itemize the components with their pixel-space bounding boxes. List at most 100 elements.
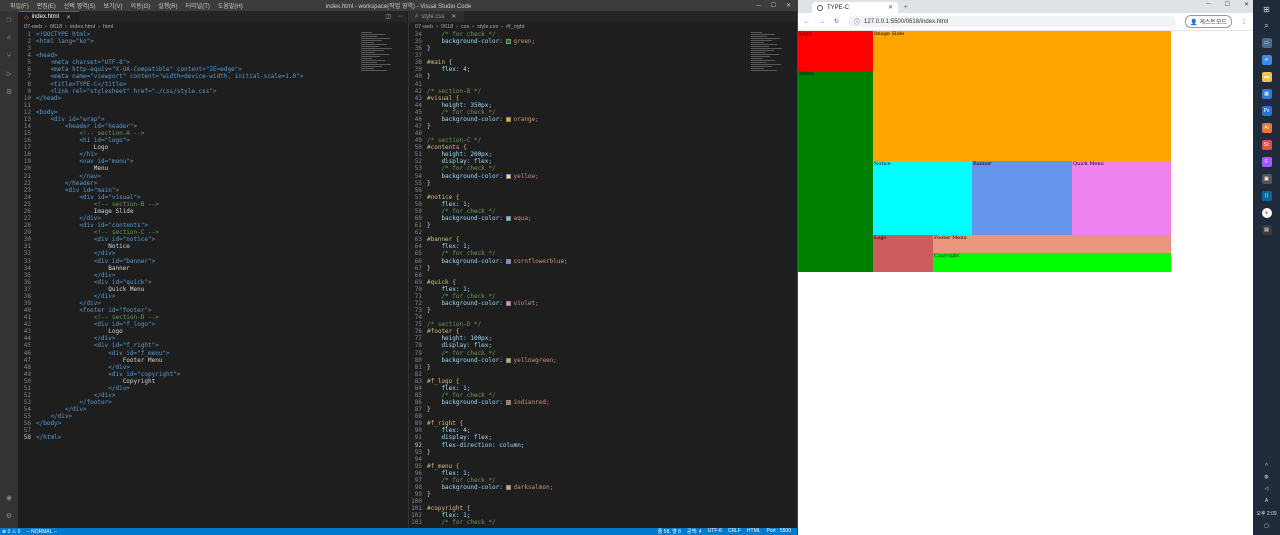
account-icon[interactable]: ◉	[7, 493, 12, 502]
code-line[interactable]: 54 background-color: yellow;	[409, 173, 797, 180]
code-line[interactable]: 100	[409, 498, 797, 505]
code-line[interactable]: 81}	[409, 364, 797, 371]
color-swatch-icon[interactable]	[506, 258, 512, 264]
guest-profile-button[interactable]: 👤 게스트모드	[1185, 15, 1232, 28]
maximize-icon[interactable]: ☐	[1225, 1, 1230, 8]
code-line[interactable]: 96 flex: 1;	[409, 470, 797, 477]
start-icon[interactable]: ⊞	[1262, 4, 1272, 14]
color-swatch-icon[interactable]	[506, 39, 512, 45]
code-line[interactable]: 74	[409, 314, 797, 321]
code-line[interactable]: 41	[409, 81, 797, 88]
code-line[interactable]: 53 /* for check */	[409, 165, 797, 172]
code-line[interactable]: 44 </div>	[18, 335, 407, 342]
minimize-icon[interactable]: ─	[756, 3, 760, 9]
code-line[interactable]: 65 /* for check */	[409, 250, 797, 257]
tab-index-html[interactable]: ◇ index.html ✕	[18, 11, 80, 22]
code-line[interactable]: 41 <!-- section-D -->	[18, 314, 407, 321]
code-line[interactable]: 86 background-color: indianred;	[409, 399, 797, 406]
menu-go[interactable]: 이동(G)	[127, 1, 155, 10]
code-line[interactable]: 82	[409, 371, 797, 378]
code-line[interactable]: 97 /* for check */	[409, 477, 797, 484]
url-input[interactable]: ⓘ 127.0.0.1:5500/0618/index.html	[848, 16, 1177, 27]
code-line[interactable]: 40 <footer id="footer">	[18, 307, 407, 314]
code-line[interactable]: 91 display: flex;	[409, 434, 797, 441]
code-line[interactable]: 85 /* for check */	[409, 392, 797, 399]
code-line[interactable]: 76 #footer {	[409, 328, 797, 335]
chevron-up-icon[interactable]: ˄	[1265, 462, 1268, 468]
code-line[interactable]: 16 <h1 id="logo">	[18, 137, 407, 144]
color-swatch-icon[interactable]	[506, 485, 512, 490]
line-ending[interactable]: CRLF	[728, 528, 741, 535]
code-line[interactable]: 55}	[409, 180, 797, 187]
ime-indicator-icon[interactable]: A	[1265, 498, 1268, 504]
code-line[interactable]: 51 </div>	[18, 385, 407, 392]
notification-icon[interactable]: ▢	[1264, 523, 1269, 529]
menu-view[interactable]: 보기(V)	[100, 1, 127, 10]
photoshop-icon[interactable]: Ps	[1261, 106, 1272, 116]
breadcrumb-item[interactable]: css	[461, 24, 469, 30]
code-line[interactable]: 27 </div>	[18, 215, 407, 222]
code-line[interactable]: 14 <header id="header">	[18, 123, 407, 130]
code-line[interactable]: 63 #banner {	[409, 236, 797, 243]
color-swatch-icon[interactable]	[506, 216, 512, 222]
code-line[interactable]: 52 </div>	[18, 392, 407, 399]
network-icon[interactable]: ◍	[1264, 474, 1268, 480]
breadcrumb-item[interactable]: index.html	[70, 24, 95, 30]
info-icon[interactable]: ⓘ	[854, 17, 860, 26]
code-line[interactable]: 1 <!DOCTYPE html>	[18, 31, 407, 38]
code-line[interactable]: 12 <body>	[18, 109, 407, 116]
language-mode[interactable]: HTML	[747, 528, 761, 535]
code-line[interactable]: 4 <head>	[18, 52, 407, 59]
code-line[interactable]: 34 Banner	[18, 265, 407, 272]
code-line[interactable]: 79 /* for check */	[409, 350, 797, 357]
code-line[interactable]: 93}	[409, 449, 797, 456]
code-line[interactable]: 89 #f_right {	[409, 420, 797, 427]
tab-style-css[interactable]: # style.css ✕	[409, 11, 465, 22]
app-icon[interactable]: ▤	[1261, 225, 1272, 235]
code-line[interactable]: 46 background-color: orange;	[409, 116, 797, 123]
cursor-position[interactable]: 줄 58, 열 8	[658, 528, 681, 535]
clock[interactable]: 오후 2:09	[1256, 510, 1276, 517]
code-line[interactable]: 56	[409, 187, 797, 194]
reload-icon[interactable]: ↻	[834, 18, 839, 25]
breadcrumb-item[interactable]: 0618	[441, 24, 453, 30]
code-line[interactable]: 19 <nav id="menu">	[18, 158, 407, 165]
code-line[interactable]: 18 </h1>	[18, 151, 407, 158]
code-line[interactable]: 90 flex: 4;	[409, 427, 797, 434]
code-line[interactable]: 43 #visual {	[409, 95, 797, 102]
code-line[interactable]: 77 height: 100px;	[409, 335, 797, 342]
more-icon[interactable]: ⋮	[1241, 18, 1247, 25]
forward-icon[interactable]: →	[819, 19, 825, 25]
close-icon[interactable]: ✕	[888, 4, 893, 11]
search-icon[interactable]: ⌕	[7, 33, 12, 42]
code-line[interactable]: 6 <meta http-equiv="X-UA-Compatible" con…	[18, 66, 407, 73]
code-line[interactable]: 50 Copyright	[18, 378, 407, 385]
code-line[interactable]: 68	[409, 272, 797, 279]
menu-run[interactable]: 실행(R)	[154, 1, 181, 10]
code-line[interactable]: 103 /* for check */	[409, 519, 797, 526]
code-line[interactable]: 99}	[409, 491, 797, 498]
chrome-icon[interactable]: ●	[1261, 208, 1272, 218]
code-line[interactable]: 37 Quick Menu	[18, 286, 407, 293]
code-line[interactable]: 43 Logo	[18, 328, 407, 335]
code-line[interactable]: 51 height: 200px;	[409, 151, 797, 158]
minimize-icon[interactable]: ─	[1206, 1, 1210, 8]
code-line[interactable]: 5 <meta charset="UTF-8">	[18, 59, 407, 66]
code-line[interactable]: 61}	[409, 222, 797, 229]
minimap[interactable]	[751, 31, 787, 91]
code-line[interactable]: 47 Footer Menu	[18, 357, 407, 364]
code-line[interactable]: 22 </header>	[18, 180, 407, 187]
close-icon[interactable]: ✕	[66, 14, 71, 21]
color-swatch-icon[interactable]	[506, 400, 512, 406]
code-line[interactable]: 50 #contents {	[409, 144, 797, 151]
code-line[interactable]: 20 Menu	[18, 165, 407, 172]
code-line[interactable]: 8 <title>TYPE-C</title>	[18, 81, 407, 88]
code-line[interactable]: 57	[18, 427, 407, 434]
code-line[interactable]: 88	[409, 413, 797, 420]
code-line[interactable]: 7 <meta name="viewport" content="width=d…	[18, 73, 407, 80]
code-line[interactable]: 32 </div>	[18, 250, 407, 257]
code-line[interactable]: 17 Logo	[18, 144, 407, 151]
breadcrumb-item[interactable]: #f_right	[506, 24, 524, 30]
menu-edit[interactable]: 편집(E)	[33, 1, 60, 10]
encoding[interactable]: UTF-8	[708, 528, 722, 535]
